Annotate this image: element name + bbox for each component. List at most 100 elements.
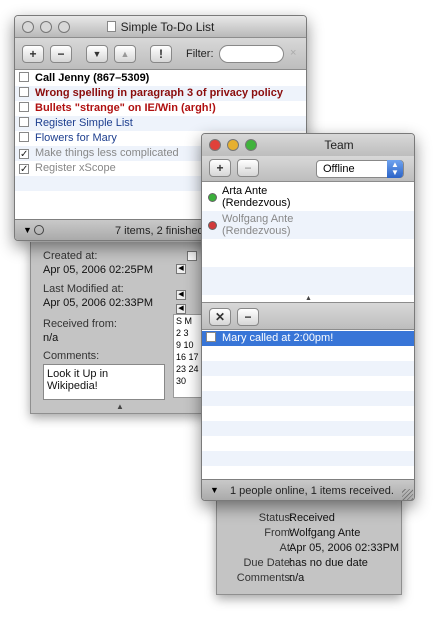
resize-grip-icon[interactable] [402, 489, 413, 500]
item-checkbox[interactable] [19, 117, 29, 127]
message-detail-drawer: Status: Received From: Wolfgang Ante At:… [216, 500, 402, 595]
modified-stepper[interactable]: ◀ [176, 290, 186, 300]
person-service: (Rendezvous) [222, 225, 291, 237]
calendar-row: 16 17 [176, 352, 199, 362]
calendar-header: S M [176, 316, 193, 326]
msg-comments-value: n/a [289, 572, 305, 584]
window-title: Simple To-Do List [120, 20, 215, 34]
split-handle-icon[interactable]: ▲ [305, 295, 312, 302]
calendar-row: 23 24 [176, 364, 199, 374]
remove-message-button[interactable]: − [237, 308, 259, 326]
empty-row [202, 406, 414, 421]
msg-status-value: Received [289, 512, 335, 524]
team-toolbar: + − Offline ▲ ▼ [202, 156, 414, 182]
select-arrows-icon: ▲ ▼ [387, 160, 403, 178]
comments-label: Comments: [43, 350, 100, 362]
list-item[interactable]: Call Jenny (867–5309) [15, 71, 306, 86]
team-window: Team + − Offline ▲ ▼ Arta Ante (Rendezvou… [201, 133, 415, 501]
todo-toolbar: + − ▼ ▲ ! Filter: × [15, 38, 306, 70]
todo-status-text: 7 items, 2 finished [115, 225, 204, 237]
online-status-icon [208, 193, 217, 202]
modified-stepper-2[interactable]: ◀ [176, 304, 186, 314]
person-service: (Rendezvous) [222, 197, 291, 209]
message-checkbox[interactable] [206, 332, 216, 342]
remove-person-button[interactable]: − [237, 159, 259, 177]
zoom-button[interactable] [245, 139, 257, 151]
move-up-button[interactable]: ▲ [114, 45, 136, 63]
item-text: Wrong spelling in paragraph 3 of privacy… [35, 87, 283, 99]
calendar-row: 30 [176, 376, 187, 386]
empty-row [202, 267, 414, 295]
created-stepper[interactable]: ◀ [176, 264, 186, 274]
delete-message-button[interactable]: ✕ [209, 308, 231, 326]
minimize-button[interactable] [227, 139, 239, 151]
person-name: Wolfgang Ante [222, 213, 294, 225]
person-row[interactable]: Arta Ante (Rendezvous) [202, 183, 414, 211]
calendar-row: 2 3 [176, 328, 189, 338]
move-down-button[interactable]: ▼ [86, 45, 108, 63]
item-text: Flowers for Mary [35, 132, 117, 144]
todo-titlebar[interactable]: Simple To-Do List [15, 16, 306, 38]
item-checkbox-checked[interactable]: ✓ [19, 164, 29, 175]
modified-value: Apr 05, 2006 02:33PM [43, 297, 154, 309]
add-item-button[interactable]: + [22, 45, 44, 63]
item-checkbox[interactable] [19, 87, 29, 97]
details-drawer: Created at: Apr 05, 2006 02:25PM ◀ Last … [30, 242, 208, 414]
messages-list: Mary called at 2:00pm! [202, 331, 414, 479]
drawer-toggle-icon[interactable]: ▼ [23, 225, 32, 235]
empty-row [202, 376, 414, 391]
created-label: Created at: [43, 250, 98, 262]
item-checkbox[interactable] [19, 132, 29, 142]
msg-due-value: has no due date [289, 557, 368, 569]
status-select[interactable]: Offline ▲ ▼ [316, 160, 404, 178]
filter-input[interactable] [219, 45, 284, 63]
created-checkbox[interactable] [187, 251, 197, 261]
msg-status-label: Status: [258, 512, 293, 524]
empty-row [202, 391, 414, 406]
empty-row [202, 421, 414, 436]
priority-button[interactable]: ! [150, 45, 172, 63]
person-name: Arta Ante [222, 185, 268, 197]
status-select-value: Offline [323, 163, 355, 175]
drawer-toggle-icon[interactable]: ▼ [210, 485, 219, 495]
list-item[interactable]: Wrong spelling in paragraph 3 of privacy… [15, 86, 306, 101]
comments-field[interactable]: Look it Up in Wikipedia! [43, 364, 165, 400]
remove-item-button[interactable]: − [50, 45, 72, 63]
list-item[interactable]: Bullets "strange" on IE/Win (argh!) [15, 101, 306, 116]
people-list: Arta Ante (Rendezvous) Wolfgang Ante (Re… [202, 183, 414, 295]
team-title: Team [324, 138, 354, 152]
item-text: Register Simple List [35, 117, 133, 129]
item-text: Call Jenny (867–5309) [35, 72, 150, 84]
message-text: Mary called at 2:00pm! [222, 332, 334, 344]
msg-due-label: Due Date: [243, 557, 293, 569]
msg-at-value: Apr 05, 2006 02:33PM [289, 542, 400, 554]
item-checkbox[interactable] [19, 102, 29, 112]
empty-row [202, 451, 414, 466]
add-person-button[interactable]: + [209, 159, 231, 177]
clear-filter-icon[interactable]: × [290, 47, 296, 59]
received-label: Received from: [43, 318, 117, 330]
clock-icon[interactable] [34, 225, 44, 235]
created-value: Apr 05, 2006 02:25PM [43, 264, 154, 276]
close-button[interactable] [209, 139, 221, 151]
modified-label: Last Modified at: [43, 283, 124, 295]
offline-status-icon [208, 221, 217, 230]
messages-toolbar: ✕ − [202, 302, 414, 330]
team-status-text: 1 people online, 1 items received. [230, 485, 394, 497]
empty-row [202, 239, 414, 267]
team-titlebar[interactable]: Team [202, 134, 414, 156]
team-statusbar: ▼ 1 people online, 1 items received. [202, 479, 414, 500]
item-checkbox-checked[interactable]: ✓ [19, 149, 29, 160]
item-text: Make things less complicated [35, 147, 179, 159]
list-item[interactable]: Register Simple List [15, 116, 306, 131]
person-row[interactable]: Wolfgang Ante (Rendezvous) [202, 211, 414, 239]
item-checkbox[interactable] [19, 72, 29, 82]
message-row[interactable]: Mary called at 2:00pm! [202, 331, 414, 346]
document-icon [106, 21, 116, 32]
empty-row [202, 361, 414, 376]
drawer-resize-handle[interactable]: ▲ [116, 402, 124, 411]
msg-from-value: Wolfgang Ante [289, 527, 361, 539]
filter-label: Filter: [186, 48, 214, 60]
empty-row [202, 436, 414, 451]
msg-comments-label: Comments: [236, 572, 293, 584]
